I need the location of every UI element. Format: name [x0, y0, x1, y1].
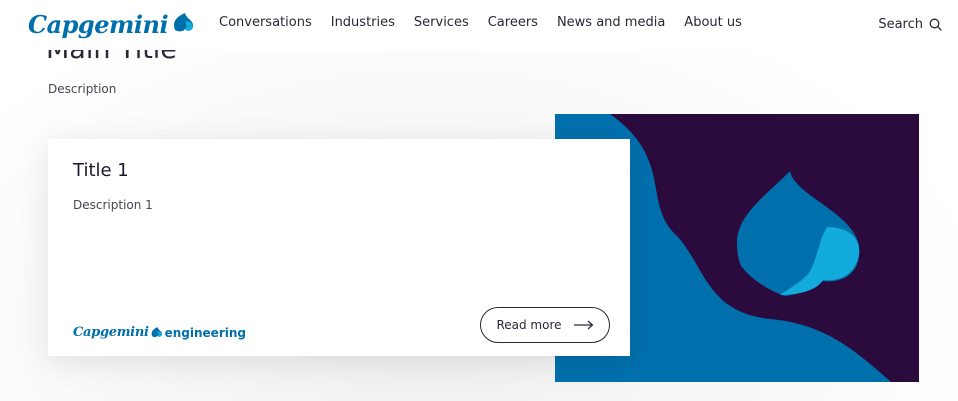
content-card: Title 1 Description 1 Capgemini engineer… — [48, 139, 630, 356]
spade-logo-icon — [174, 13, 194, 32]
arrow-right-icon — [573, 320, 593, 330]
nav-item-news-and-media[interactable]: News and media — [557, 15, 665, 30]
nav-item-industries[interactable]: Industries — [331, 15, 395, 30]
capgemini-engineering-logo: Capgemini engineering — [73, 325, 246, 340]
nav-item-about-us[interactable]: About us — [684, 15, 742, 30]
capgemini-logo[interactable]: Capgemini — [28, 4, 195, 44]
nav-item-careers[interactable]: Careers — [488, 15, 538, 30]
card-title: Title 1 — [73, 160, 129, 181]
logo-wordmark: Capgemini — [28, 9, 169, 39]
search-label: Search — [878, 17, 923, 32]
main-nav: Conversations Industries Services Career… — [219, 15, 742, 30]
read-more-button[interactable]: Read more — [480, 307, 610, 343]
card-description: Description 1 — [73, 198, 153, 212]
nav-item-services[interactable]: Services — [414, 15, 469, 30]
site-header: Capgemini Conversations Industries Servi… — [0, 0, 958, 50]
main-title-clip: Main Title — [46, 50, 346, 66]
main-title: Main Title — [46, 50, 177, 65]
nav-item-conversations[interactable]: Conversations — [219, 15, 312, 30]
search-button[interactable]: Search — [878, 17, 942, 32]
read-more-label: Read more — [496, 318, 562, 332]
brand-name: Capgemini — [73, 325, 149, 340]
section-description: Description — [48, 82, 117, 96]
spade-small-icon — [151, 327, 162, 338]
search-icon — [929, 18, 942, 31]
brand-suffix: engineering — [164, 325, 246, 340]
